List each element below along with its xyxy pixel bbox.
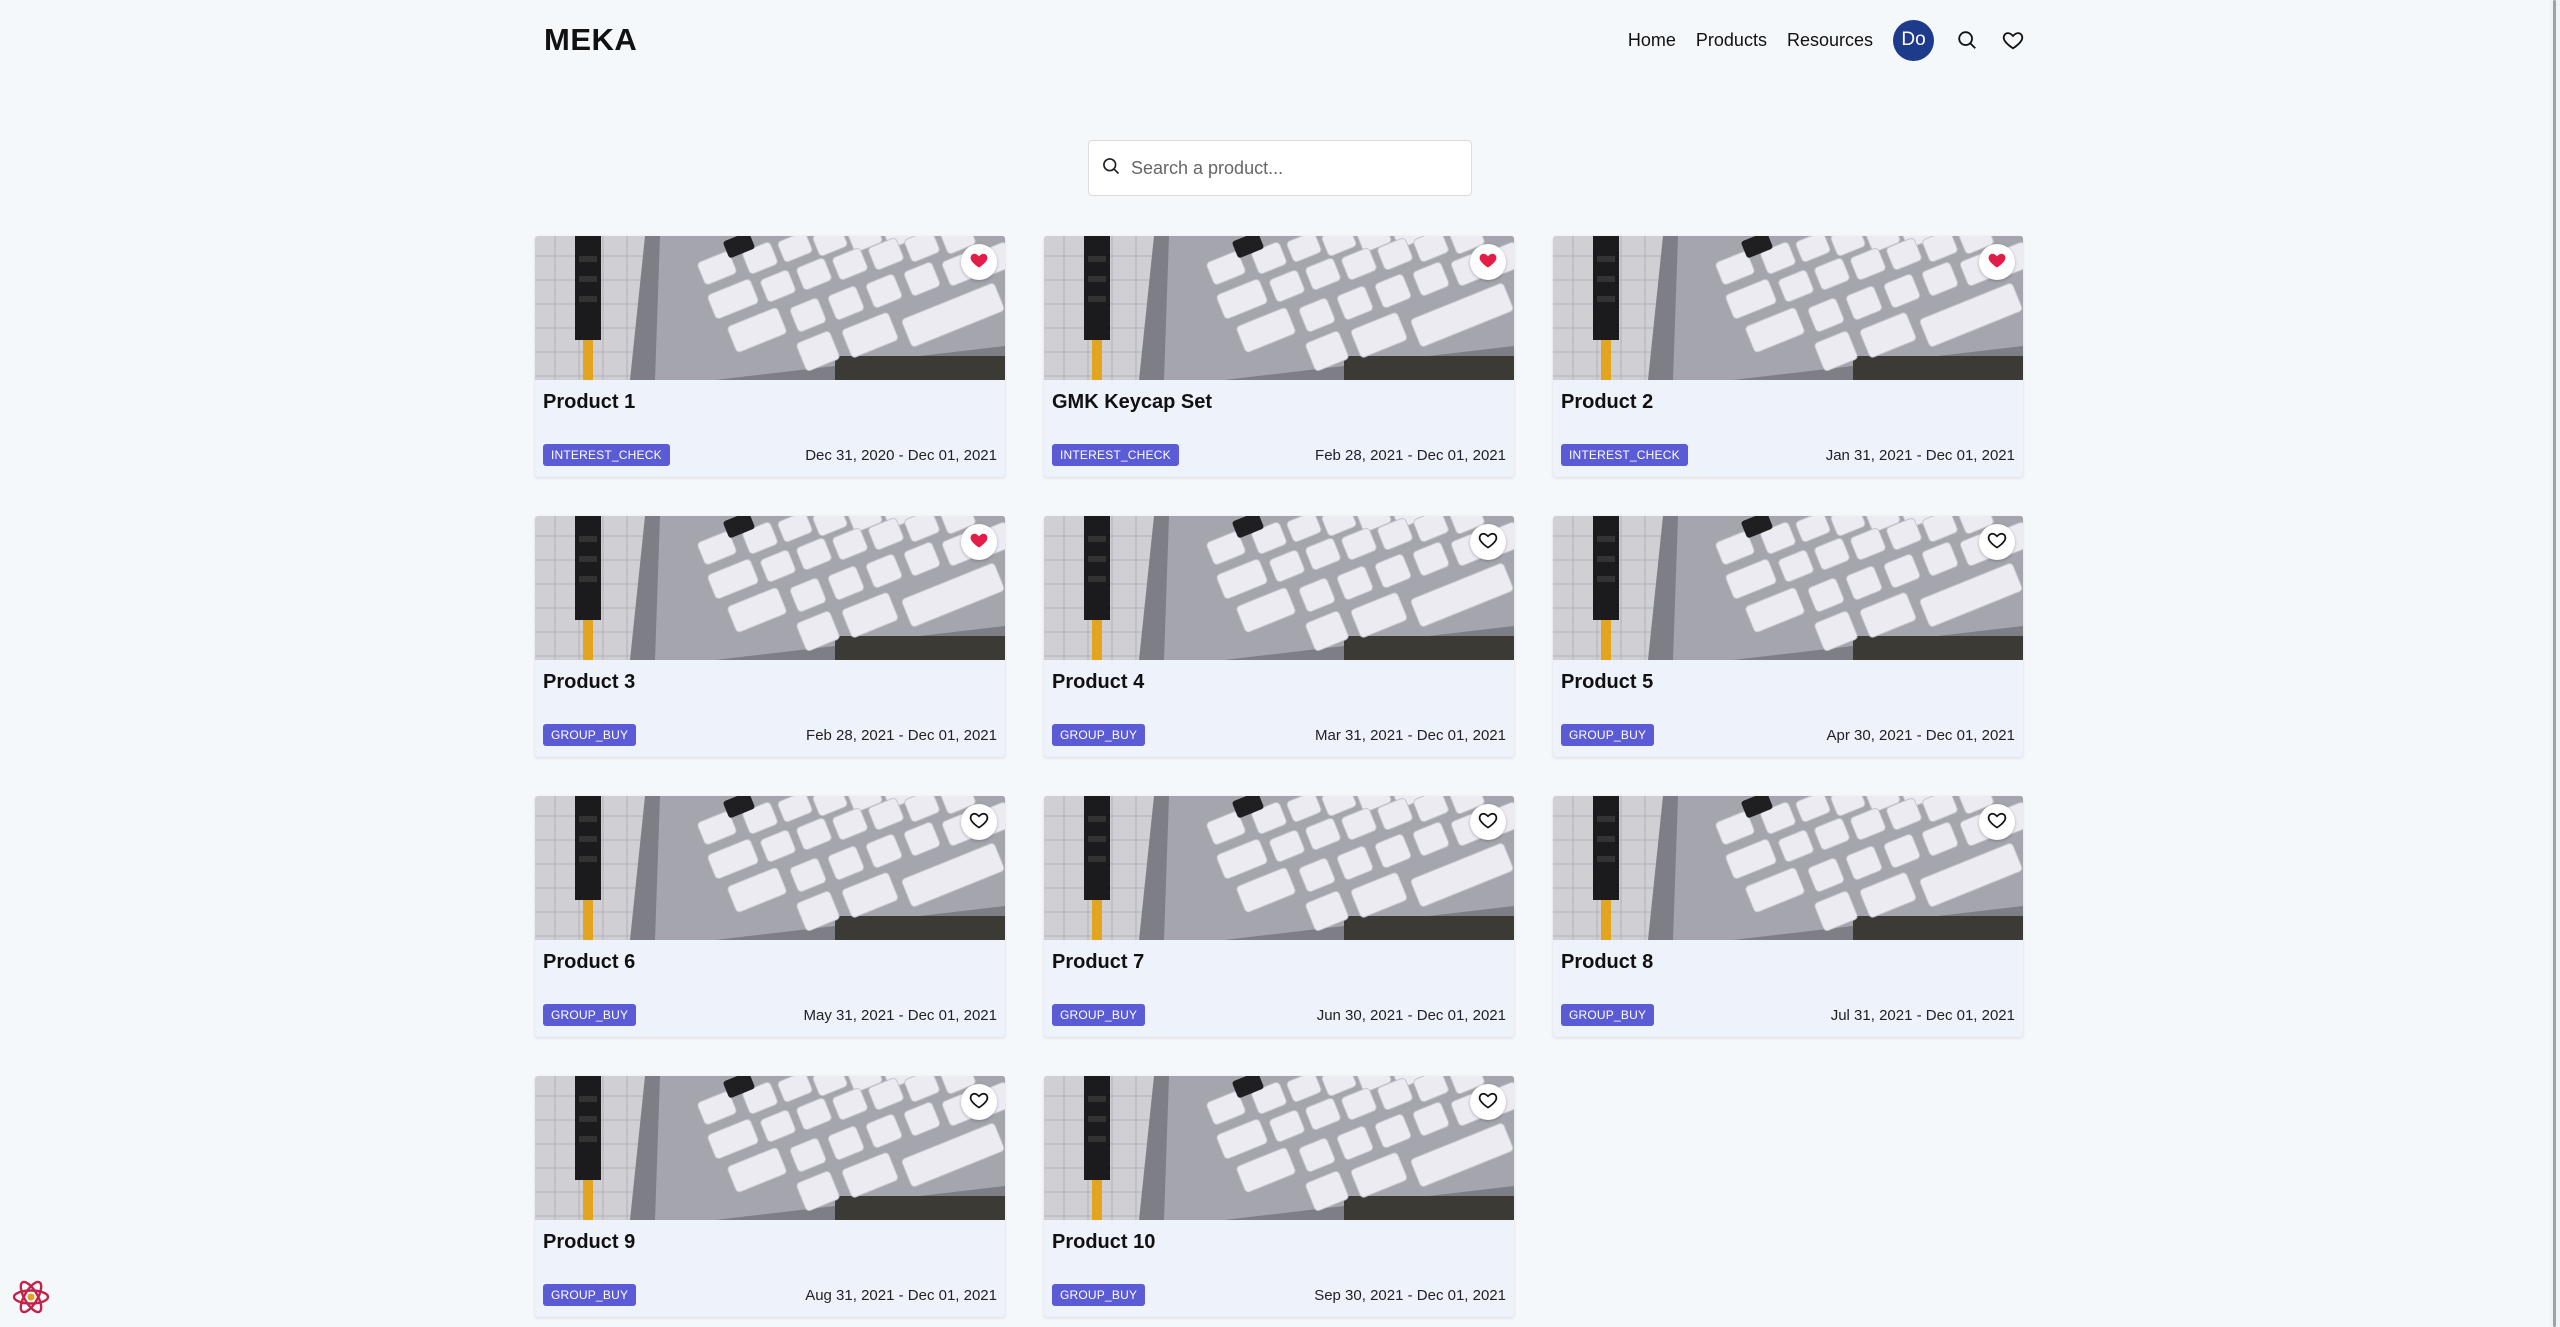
status-badge: INTEREST_CHECK — [1561, 444, 1688, 466]
status-badge: GROUP_BUY — [1052, 724, 1146, 746]
product-title: Product 9 — [543, 1231, 636, 1253]
status-badge: INTEREST_CHECK — [543, 444, 670, 466]
product-image — [535, 516, 1005, 660]
status-badge: GROUP_BUY — [543, 1284, 637, 1306]
product-card[interactable]: Product 4 GROUP_BUY Mar 31, 2021 - Dec 0… — [1044, 516, 1514, 757]
product-card[interactable]: Product 1 INTEREST_CHECK Dec 31, 2020 - … — [535, 236, 1005, 477]
status-badge: GROUP_BUY — [543, 724, 637, 746]
product-image — [535, 796, 1005, 940]
product-card[interactable]: Product 2 INTEREST_CHECK Jan 31, 2021 - … — [1553, 236, 2023, 477]
product-title: Product 3 — [543, 671, 636, 693]
user-avatar[interactable]: Do — [1893, 19, 1934, 61]
status-badge: INTEREST_CHECK — [1052, 444, 1179, 466]
product-card[interactable]: Product 8 GROUP_BUY Jul 31, 2021 - Dec 0… — [1553, 796, 2023, 1037]
status-badge: GROUP_BUY — [1052, 1284, 1146, 1306]
product-image — [535, 236, 1005, 380]
product-title: Product 7 — [1052, 951, 1145, 973]
main-nav: Home Products Resources Do — [1628, 19, 2026, 61]
nav-home-link[interactable]: Home — [1628, 30, 1676, 51]
favorite-button[interactable] — [1470, 1084, 1506, 1120]
product-image — [1044, 796, 1514, 940]
heart-filled-icon — [969, 530, 989, 555]
favorite-button[interactable] — [961, 804, 997, 840]
product-date-range: Aug 31, 2021 - Dec 01, 2021 — [805, 1287, 997, 1304]
product-date-range: Dec 31, 2020 - Dec 01, 2021 — [805, 447, 997, 464]
heart-outline-icon — [969, 1090, 989, 1115]
product-image — [1044, 1076, 1514, 1220]
status-badge: GROUP_BUY — [1052, 1004, 1146, 1026]
product-date-range: Jan 31, 2021 - Dec 01, 2021 — [1825, 447, 2015, 464]
product-title: Product 4 — [1052, 671, 1145, 693]
favorite-button[interactable] — [1979, 244, 2015, 280]
favorite-button[interactable] — [1979, 524, 2015, 560]
product-date-range: Mar 31, 2021 - Dec 01, 2021 — [1315, 727, 1506, 744]
product-card[interactable]: Product 10 GROUP_BUY Sep 30, 2021 - Dec … — [1044, 1076, 1514, 1317]
search-input[interactable] — [1131, 157, 1461, 179]
product-title: GMK Keycap Set — [1052, 391, 1213, 413]
product-date-range: Feb 28, 2021 - Dec 01, 2021 — [806, 727, 997, 744]
product-date-range: Jul 31, 2021 - Dec 01, 2021 — [1830, 1007, 2015, 1024]
nav-resources-link[interactable]: Resources — [1787, 30, 1873, 51]
react-devtools-icon[interactable] — [10, 1276, 52, 1318]
favorite-button[interactable] — [961, 524, 997, 560]
heart-outline-icon — [1987, 530, 2007, 555]
top-navbar: MEKA Home Products Resources Do — [536, 0, 2026, 80]
favorite-button[interactable] — [1470, 524, 1506, 560]
product-image — [1553, 796, 2023, 940]
heart-outline-icon — [1478, 1090, 1498, 1115]
product-card[interactable]: Product 9 GROUP_BUY Aug 31, 2021 - Dec 0… — [535, 1076, 1005, 1317]
product-card[interactable]: Product 3 GROUP_BUY Feb 28, 2021 - Dec 0… — [535, 516, 1005, 757]
site-logo[interactable]: MEKA — [544, 22, 637, 58]
scrollbar-thumb[interactable] — [2553, 0, 2556, 1327]
favorites-heart-icon[interactable] — [2000, 27, 2026, 53]
product-search-box — [1088, 140, 1472, 196]
favorite-button[interactable] — [1470, 804, 1506, 840]
status-badge: GROUP_BUY — [543, 1004, 637, 1026]
product-date-range: May 31, 2021 - Dec 01, 2021 — [803, 1007, 997, 1024]
favorite-button[interactable] — [961, 244, 997, 280]
favorite-button[interactable] — [961, 1084, 997, 1120]
product-title: Product 1 — [543, 391, 636, 413]
product-image — [1044, 236, 1514, 380]
product-image — [1553, 516, 2023, 660]
favorite-button[interactable] — [1979, 804, 2015, 840]
heart-filled-icon — [1478, 250, 1498, 275]
heart-outline-icon — [1478, 810, 1498, 835]
product-image — [1553, 236, 2023, 380]
product-title: Product 6 — [543, 951, 636, 973]
search-icon — [1101, 156, 1121, 181]
product-title: Product 10 — [1052, 1231, 1156, 1253]
product-title: Product 2 — [1561, 391, 1654, 413]
product-card[interactable]: Product 5 GROUP_BUY Apr 30, 2021 - Dec 0… — [1553, 516, 2023, 757]
status-badge: GROUP_BUY — [1561, 724, 1655, 746]
product-card[interactable]: GMK Keycap Set INTEREST_CHECK Feb 28, 20… — [1044, 236, 1514, 477]
status-badge: GROUP_BUY — [1561, 1004, 1655, 1026]
heart-outline-icon — [1478, 530, 1498, 555]
heart-outline-icon — [969, 810, 989, 835]
page-scrollbar[interactable] — [2550, 0, 2560, 1327]
product-grid: Product 1 INTEREST_CHECK Dec 31, 2020 - … — [535, 236, 2023, 1317]
nav-products-link[interactable]: Products — [1696, 30, 1767, 51]
heart-filled-icon — [1987, 250, 2007, 275]
product-card[interactable]: Product 7 GROUP_BUY Jun 30, 2021 - Dec 0… — [1044, 796, 1514, 1037]
product-title: Product 8 — [1561, 951, 1654, 973]
product-card[interactable]: Product 6 GROUP_BUY May 31, 2021 - Dec 0… — [535, 796, 1005, 1037]
heart-filled-icon — [969, 250, 989, 275]
product-date-range: Feb 28, 2021 - Dec 01, 2021 — [1315, 447, 1506, 464]
product-date-range: Apr 30, 2021 - Dec 01, 2021 — [1826, 727, 2015, 744]
product-image — [1044, 516, 1514, 660]
product-date-range: Sep 30, 2021 - Dec 01, 2021 — [1314, 1287, 1506, 1304]
product-title: Product 5 — [1561, 671, 1654, 693]
favorite-button[interactable] — [1470, 244, 1506, 280]
heart-outline-icon — [1987, 810, 2007, 835]
product-image — [535, 1076, 1005, 1220]
search-icon[interactable] — [1954, 27, 1980, 53]
product-date-range: Jun 30, 2021 - Dec 01, 2021 — [1316, 1007, 1506, 1024]
